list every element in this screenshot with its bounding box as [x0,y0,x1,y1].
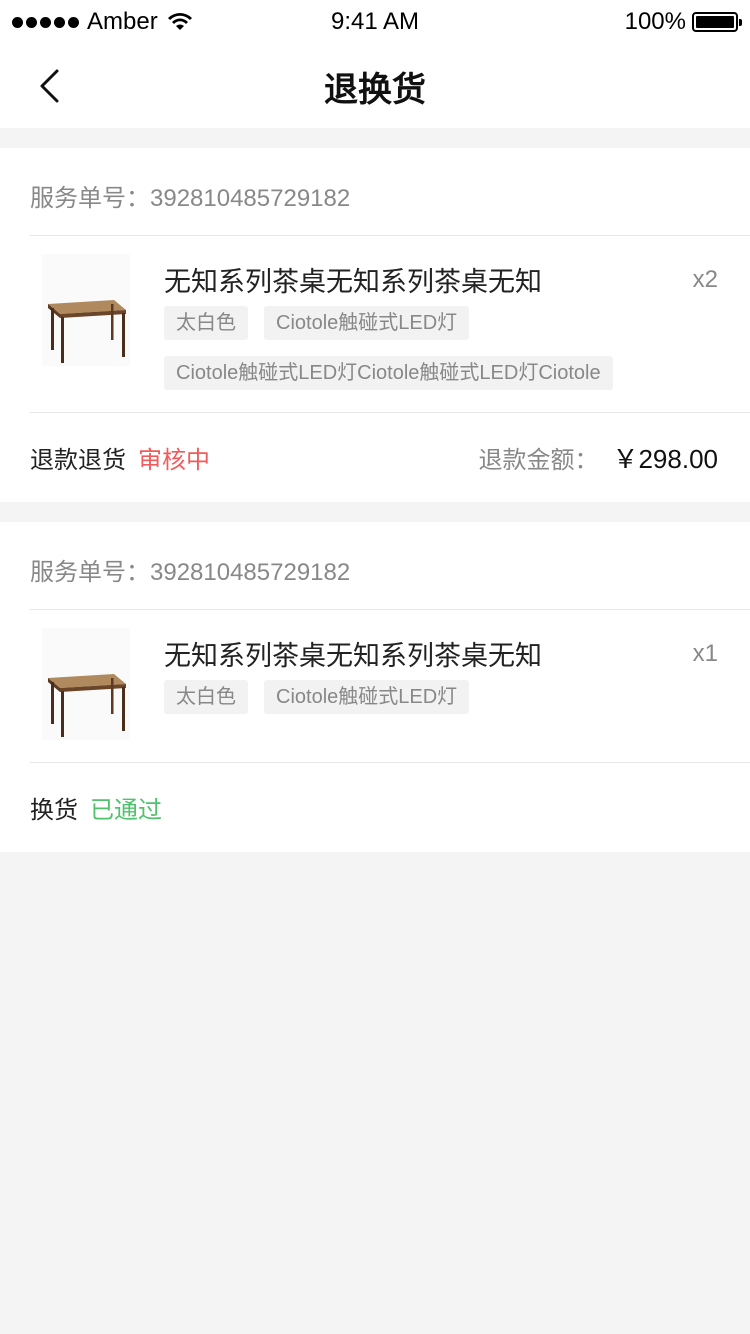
refund-amount-label: 退款金额： [478,446,599,474]
carrier-name: Amber [87,8,158,35]
battery-percent: 100% [624,8,686,35]
battery-icon [692,12,742,32]
signal-icon [12,16,79,28]
status-bar-left: Amber [12,8,194,36]
product-tags: 太白色 Ciotole触碰式LED灯 Ciotole触碰式LED灯Ciotole… [164,306,684,390]
product-image [42,628,130,740]
chevron-left-icon [40,69,59,103]
page-title: 退换货 [324,70,426,109]
service-order-card[interactable]: 服务单号：392810485729182 无知系列茶桌无知系列茶桌无知 x1 太… [0,522,750,852]
tag: 太白色 [164,306,248,340]
status-bar-right: 100% [624,8,742,36]
refund-amount: ￥298.00 [612,443,718,474]
tag: 太白色 [164,680,248,714]
service-order-card[interactable]: 服务单号：392810485729182 无知系列茶桌无知系列茶桌无知 x2 太… [0,148,750,502]
status-bar: Amber 9:41 AM 100% [0,0,750,44]
tag: Ciotole触碰式LED灯 [264,680,470,714]
service-type: 退款退货 [30,446,126,474]
product-quantity: x2 [692,266,718,293]
service-type: 换货 [30,796,78,824]
order-number: 服务单号：392810485729182 [30,559,351,586]
tag: Ciotole触碰式LED灯Ciotole触碰式LED灯Ciotole [164,356,613,390]
status-badge: 已通过 [90,796,162,824]
order-number: 服务单号：392810485729182 [30,185,351,212]
product-name: 无知系列茶桌无知系列茶桌无知 [164,267,542,297]
product-tags: 太白色 Ciotole触碰式LED灯 [164,680,684,714]
tag: Ciotole触碰式LED灯 [264,306,470,340]
product-quantity: x1 [692,640,718,667]
status-badge: 审核中 [138,446,210,474]
navigation-bar: 退换货 [0,44,750,128]
order-status-row: 退款退货 审核中 退款金额： ￥298.00 [30,412,718,502]
product-image [42,254,130,366]
back-button[interactable] [24,60,74,112]
order-status-row: 换货 已通过 [30,762,718,852]
product-item[interactable]: 无知系列茶桌无知系列茶桌无知 x1 太白色 Ciotole触碰式LED灯 [30,610,750,762]
wifi-icon [167,13,192,30]
product-name: 无知系列茶桌无知系列茶桌无知 [164,641,542,671]
product-item[interactable]: 无知系列茶桌无知系列茶桌无知 x2 太白色 Ciotole触碰式LED灯 Cio… [30,236,750,412]
